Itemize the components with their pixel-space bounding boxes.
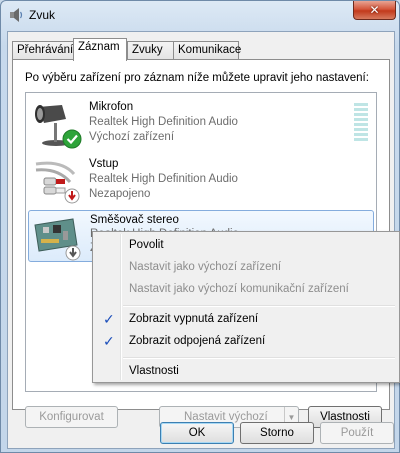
device-driver: Realtek High Definition Audio xyxy=(89,173,238,185)
menu-item-set-default[interactable]: Nastavit jako výchozí zařízení xyxy=(95,257,397,279)
close-icon: ✕ xyxy=(369,3,380,17)
device-name: Směšovač stereo xyxy=(90,214,179,226)
menu-item-label: Zobrazit vypnutá zařízení xyxy=(129,313,259,325)
device-item-microphone[interactable]: Mikrofon Realtek High Definition Audio V… xyxy=(28,95,374,151)
tab-label: Přehrávání xyxy=(17,44,74,56)
device-driver: Realtek High Definition Audio xyxy=(89,116,238,128)
configure-button[interactable]: Konfigurovat xyxy=(25,406,118,428)
menu-separator xyxy=(123,305,395,307)
menu-separator xyxy=(123,357,395,359)
default-check-badge-icon xyxy=(62,129,82,149)
checkmark-icon: ✓ xyxy=(103,311,115,327)
tab-communications[interactable]: Komunikace xyxy=(173,41,242,60)
sound-card-icon xyxy=(34,218,81,261)
menu-item-label: Nastavit jako výchozí zařízení xyxy=(129,261,282,273)
button-label: Použít xyxy=(340,427,374,439)
device-name: Mikrofon xyxy=(89,101,134,113)
menu-item-label: Nastavit jako výchozí komunikační zaříze… xyxy=(129,283,349,295)
title-bar[interactable]: Zvuk ✕ xyxy=(1,1,399,29)
menu-item-properties[interactable]: Vlastnosti xyxy=(95,361,397,383)
button-label: Konfigurovat xyxy=(39,411,104,423)
window-title: Zvuk xyxy=(29,8,56,22)
microphone-icon xyxy=(35,105,82,149)
device-status: Nezapojeno xyxy=(89,188,151,200)
tab-label: Záznam xyxy=(78,41,120,53)
dialog-window: Zvuk ✕ Přehrávání Záznam Zvuky Komunikac… xyxy=(0,0,400,453)
device-item-line-in[interactable]: Vstup Realtek High Definition Audio Neza… xyxy=(28,152,374,208)
apply-button[interactable]: Použít xyxy=(320,422,394,444)
device-name: Vstup xyxy=(89,158,119,170)
checkmark-icon: ✓ xyxy=(103,333,115,349)
speaker-icon xyxy=(10,8,23,22)
instruction-text: Po výběru zařízení pro záznam níže můžet… xyxy=(25,72,369,84)
cancel-button[interactable]: Storno xyxy=(240,422,314,444)
tab-label: Komunikace xyxy=(178,44,242,56)
button-label: Storno xyxy=(260,427,294,439)
menu-item-set-default-communication[interactable]: Nastavit jako výchozí komunikační zaříze… xyxy=(95,279,397,301)
tab-sounds[interactable]: Zvuky xyxy=(127,41,174,60)
tab-label: Zvuky xyxy=(132,44,163,56)
menu-item-label: Povolit xyxy=(129,239,164,251)
audio-cable-icon xyxy=(35,161,80,204)
context-menu: Povolit Nastavit jako výchozí zařízení N… xyxy=(92,231,400,383)
tab-recording[interactable]: Záznam xyxy=(73,38,127,61)
menu-item-show-disconnected[interactable]: ✓ Zobrazit odpojená zařízení xyxy=(95,331,397,353)
menu-item-show-disabled[interactable]: ✓ Zobrazit vypnutá zařízení xyxy=(95,309,397,331)
tab-playback[interactable]: Přehrávání xyxy=(12,41,74,60)
close-button[interactable]: ✕ xyxy=(353,1,396,20)
button-label: OK xyxy=(188,427,206,439)
menu-item-enable[interactable]: Povolit xyxy=(95,235,397,257)
ok-button[interactable]: OK xyxy=(160,422,234,444)
menu-item-label: Vlastnosti xyxy=(129,365,179,377)
device-status: Výchozí zařízení xyxy=(89,131,175,143)
menu-item-label: Zobrazit odpojená zařízení xyxy=(129,335,266,347)
level-meter xyxy=(354,103,368,145)
